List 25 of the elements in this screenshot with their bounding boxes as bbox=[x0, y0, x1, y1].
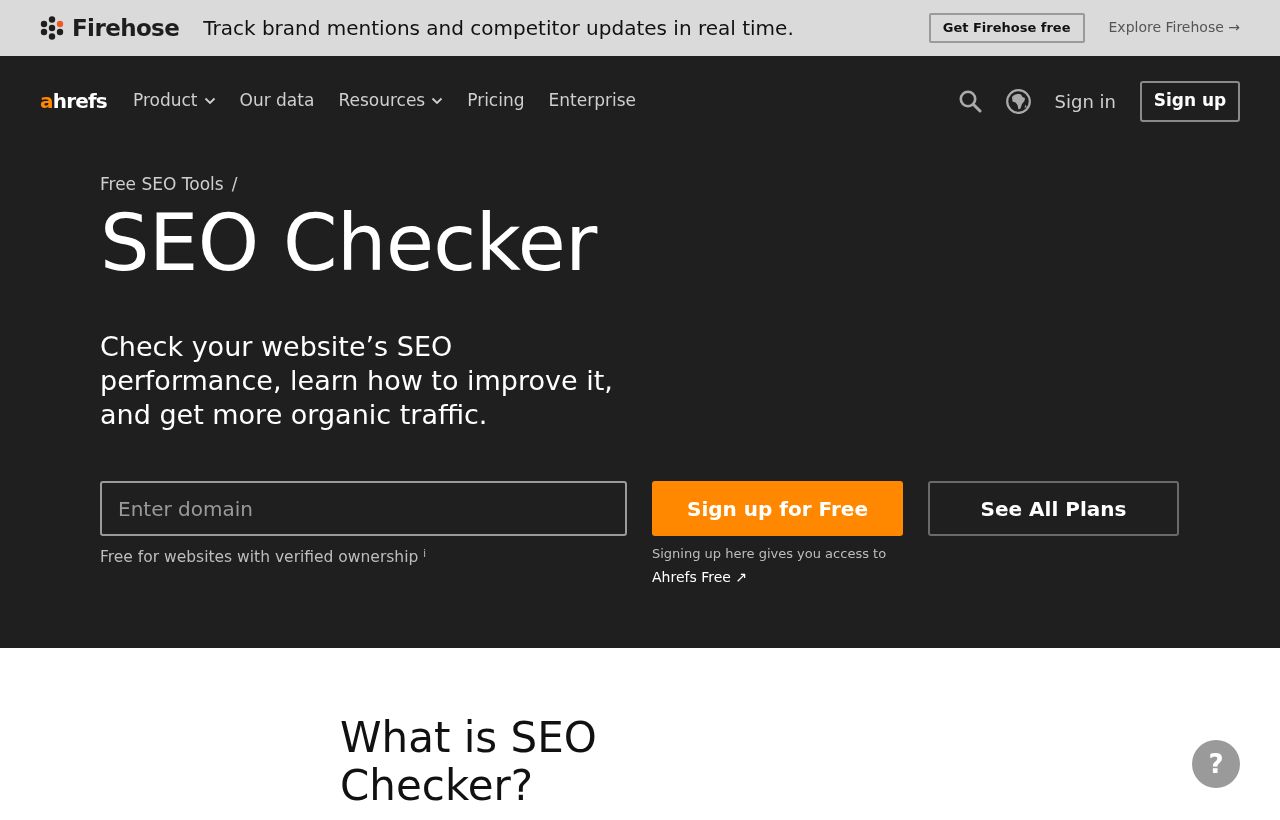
signup-note: Signing up here gives you access to bbox=[652, 545, 887, 563]
get-firehose-button[interactable]: Get Firehose free bbox=[928, 12, 1085, 44]
ownership-note: Free for websites with verified ownership $^{i}$ bbox=[100, 547, 427, 568]
ahrefs-logo[interactable]: ahrefs bbox=[40, 91, 107, 111]
see-all-plans-button[interactable]: See All Plans bbox=[928, 481, 1179, 536]
sign-in-link[interactable]: Sign in bbox=[1054, 87, 1116, 115]
section-heading: What is SEO Checker? bbox=[340, 714, 598, 810]
nav-link[interactable]: Pricing bbox=[467, 88, 525, 114]
page-title: SEO Checker bbox=[100, 200, 599, 286]
hero-subtitle: Check your website’s SEO performance, learn how to improve it, and get more organic traffic. bbox=[100, 330, 614, 432]
domain-input[interactable]: Enter domain bbox=[100, 481, 627, 536]
nav-link[interactable]: Enterprise bbox=[548, 88, 636, 114]
ahrefs-free-link[interactable]: Ahrefs Free ↗ bbox=[652, 567, 748, 587]
globe-icon[interactable] bbox=[1005, 88, 1031, 114]
breadcrumb-separator: / bbox=[231, 173, 238, 196]
search-icon[interactable] bbox=[957, 89, 982, 113]
explore-firehose-link[interactable]: Explore Firehose → bbox=[1108, 17, 1240, 39]
nav-link[interactable]: Resources bbox=[338, 88, 444, 114]
breadcrumb-link[interactable]: Free SEO Tools bbox=[100, 172, 224, 196]
brand-name: Firehose bbox=[72, 16, 180, 40]
dots-logo-icon bbox=[40, 16, 64, 40]
nav-link[interactable]: Our data bbox=[239, 88, 315, 114]
sign-up-button[interactable]: Sign up bbox=[1140, 80, 1240, 122]
promo-message: Track brand mentions and competitor updates in real time. bbox=[203, 15, 794, 42]
nav-link[interactable]: Product bbox=[133, 88, 216, 114]
